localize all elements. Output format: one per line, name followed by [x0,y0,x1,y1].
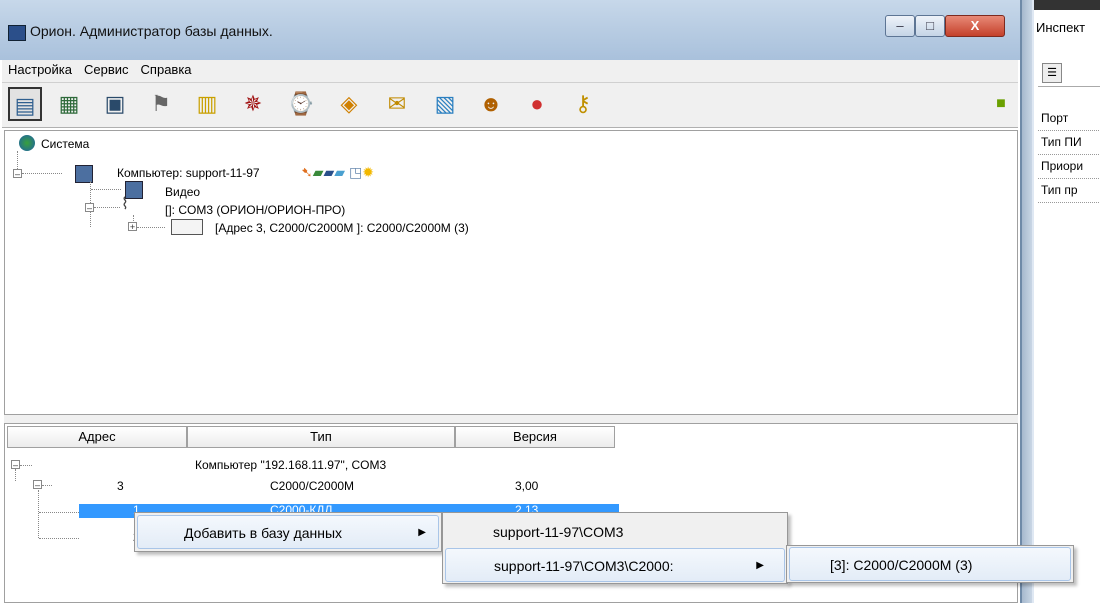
folder-user-icon[interactable]: ✉ [380,87,414,121]
device-c2000m-label: [3]: С2000/С2000М (3) [830,557,973,573]
menu-bar: Настройка Сервис Справка [2,60,1018,83]
inspector-prop-port[interactable]: Порт [1038,106,1100,131]
collapse-icon[interactable]: – [33,480,42,490]
submenu-item-c2000[interactable]: support-11-97\COM3\C2000: ▶ [445,548,785,582]
port-cable-icon: ⌇ [121,196,129,213]
row-addr[interactable]: 3 [117,479,124,493]
inspector-prop-protocol[interactable]: Тип пр [1038,178,1100,203]
add-to-database-label: Добавить в базу данных [184,525,343,541]
submenu-label-c2000: support-11-97\COM3\C2000: [494,558,674,574]
collapse-icon[interactable]: – [13,169,22,179]
add-card-icon[interactable]: ▧ [428,87,462,121]
submenu-arrow-icon: ▶ [418,527,426,538]
device-c2000m-item[interactable]: [3]: С2000/С2000М (3) [789,547,1071,581]
settings-panel-icon[interactable]: ▤ [8,87,42,121]
submenu-label-com3: support-11-97\COM3 [493,524,624,540]
menu-help[interactable]: Справка [135,60,198,80]
signal-tower-icon[interactable]: ⚑ [144,87,178,121]
menu-service[interactable]: Сервис [78,60,135,80]
tree-video[interactable]: Видео [165,185,200,199]
notes-icon[interactable]: ▥ [190,87,224,121]
add-to-database-item[interactable]: Добавить в базу данных ▶ [137,515,439,549]
globe-icon [19,135,35,151]
row-type[interactable]: С2000/С2000М [270,479,354,493]
context-menu: Добавить в базу данных ▶ [134,512,442,552]
submenu-arrow-icon: ▶ [756,560,764,571]
badge-icon[interactable]: ◈ [332,87,366,121]
maximize-button[interactable]: □ [915,15,945,37]
toolbar: ▤ ▦ ▣ ⚑ ▥ ✵ ⌚ ◈ ✉ ▧ ☻ ● ⚷ ■ [2,83,1018,128]
wheel-icon[interactable]: ✵ [236,87,270,121]
app-icon [8,25,26,41]
users-icon[interactable]: ☻ [474,87,508,121]
minimize-button[interactable]: – [885,15,915,37]
keys-icon[interactable]: ⚷ [566,87,600,121]
tree-root[interactable]: Система [41,137,89,151]
status-icon[interactable]: ■ [984,87,1018,121]
collapse-icon[interactable]: – [11,460,20,470]
schedule-icon[interactable]: ⌚ [284,87,318,121]
inspector-window: Инспект ☰ Порт Тип ПИ Приори Тип пр [1020,0,1100,603]
inspector-toolbar: ☰ [1038,60,1100,87]
inspector-panel [1034,0,1100,603]
inspector-prop-priority[interactable]: Приори [1038,154,1100,179]
inspector-title: Инспект [1036,20,1086,35]
submenu-item-com3[interactable]: support-11-97\COM3 [445,515,785,549]
col-header-type[interactable]: Тип [187,426,455,448]
close-button[interactable]: X [945,15,1005,37]
device-icon [171,219,203,235]
expand-icon[interactable]: + [128,222,137,232]
window-title: Орион. Администратор базы данных. [30,23,273,39]
inspector-top-strip [1034,0,1100,10]
list-view-icon[interactable]: ☰ [1042,63,1062,83]
col-header-version[interactable]: Версия [455,426,615,448]
splitter[interactable] [4,415,1018,423]
computer-tools-icon: ➷▰▰▰ ◳✹ [301,164,374,180]
tree-port[interactable]: []: COM3 (ОРИОН/ОРИОН-ПРО) [165,203,345,217]
collapse-icon[interactable]: – [85,203,94,213]
tree-computer[interactable]: Компьютер: support-11-97 [117,166,260,180]
col-header-address[interactable]: Адрес [7,426,187,448]
tree-device[interactable]: [Адрес 3, С2000/С2000М ]: С2000/С2000М (… [215,221,469,235]
device-tree: Система – Компьютер: support-11-97 ➷▰▰▰ … [4,130,1018,415]
menu-settings[interactable]: Настройка [2,60,78,80]
context-submenu-2: [3]: С2000/С2000М (3) [786,545,1074,583]
context-submenu: support-11-97\COM3 support-11-97\COM3\C2… [442,512,788,584]
row-version[interactable]: 3,00 [515,479,538,493]
car-icon[interactable]: ● [520,87,554,121]
computer-grid-icon[interactable]: ▣ [98,87,132,121]
row-computer-type[interactable]: Компьютер "192.168.11.97", COM3 [195,458,386,472]
title-bar[interactable]: Орион. Администратор базы данных. – □ X [0,0,1020,60]
inspector-prop-type[interactable]: Тип ПИ [1038,130,1100,155]
device-grid-icon[interactable]: ▦ [52,87,86,121]
